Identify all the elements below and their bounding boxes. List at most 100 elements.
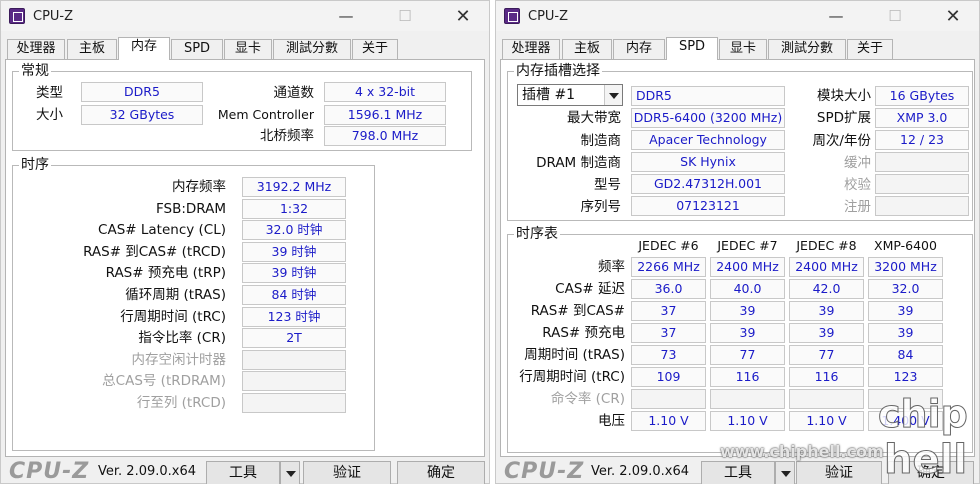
close-icon[interactable]: ✕ (441, 1, 485, 31)
slot-select-value: 插槽 #1 (522, 87, 576, 103)
tab-cpu[interactable]: 处理器 (7, 39, 65, 59)
serial-number-value: 07123121 (631, 196, 785, 216)
timing-value (242, 393, 346, 413)
serial-number-label: 序列号 (580, 199, 622, 215)
correction-value (875, 174, 969, 194)
timing-table-cell (868, 389, 943, 409)
type-label: 类型 (36, 85, 63, 101)
validate-button[interactable]: 验证 (796, 461, 882, 484)
week-year-label: 周次/年份 (812, 133, 871, 149)
timing-table-cell: 2400 MHz (789, 257, 864, 277)
spd-type-value: DDR5 (631, 86, 785, 106)
cpuz-app-icon (9, 8, 25, 24)
module-size-label: 模块大小 (817, 88, 871, 104)
timing-label: 内存频率 (172, 179, 226, 195)
timing-table-cell: 39 (789, 323, 864, 343)
timing-table-cell (789, 389, 864, 409)
cpuz-window-spd: CPU-Z — ☐ ✕ 处理器 主板 内存 SPD 显卡 測試分數 关于 内存插… (495, 0, 980, 484)
ok-button[interactable]: 确定 (397, 461, 485, 484)
slot-select[interactable]: 插槽 #1 (517, 84, 623, 106)
memory-panel: 常规 类型 DDR5 大小 32 GBytes 通道数 4 x 32-bit M… (5, 59, 485, 457)
timing-table-cell (710, 389, 785, 409)
tools-button[interactable]: 工具 (701, 461, 775, 484)
tab-mainboard[interactable]: 主板 (562, 39, 612, 59)
spd-panel: 内存插槽选择 插槽 #1 DDR5 最大带宽 DDR5-6400 (3200 M… (500, 59, 975, 457)
minimize-icon[interactable]: — (814, 1, 858, 31)
timing-value: 123 时钟 (242, 307, 346, 327)
manufacturer-value: Apacer Technology (631, 130, 785, 150)
tab-memory[interactable]: 内存 (613, 39, 665, 59)
spd-ext-value: XMP 3.0 (875, 108, 969, 128)
timing-column-header: JEDEC #8 (796, 238, 857, 253)
registered-value (875, 196, 969, 216)
buffered-label: 缓冲 (844, 155, 871, 171)
timing-label: 内存空闲计时器 (131, 352, 227, 368)
timing-label: FSB:DRAM (155, 201, 226, 217)
tab-mainboard[interactable]: 主板 (67, 39, 117, 59)
timing-table-row-label: RAS# 到CAS# (530, 303, 625, 319)
tab-about[interactable]: 关于 (847, 39, 893, 59)
tab-graphics[interactable]: 显卡 (719, 39, 767, 59)
cpuz-logo: CPU-Z (504, 459, 585, 484)
tab-spd[interactable]: SPD (666, 37, 718, 60)
tab-about[interactable]: 关于 (352, 39, 398, 59)
timing-label: 行周期时间 (tRC) (120, 309, 226, 325)
ok-button[interactable]: 确定 (888, 461, 974, 484)
timing-value: 39 时钟 (242, 263, 346, 283)
general-legend: 常规 (21, 63, 49, 79)
max-bandwidth-label: 最大带宽 (567, 110, 621, 126)
timing-table-cell: 40.0 (710, 279, 785, 299)
tab-bench[interactable]: 測試分數 (273, 39, 351, 59)
tools-button[interactable]: 工具 (206, 461, 280, 484)
timing-table-row-label: 频率 (598, 259, 625, 275)
part-number-label: 型号 (594, 177, 621, 193)
tab-spd[interactable]: SPD (171, 39, 223, 59)
validate-button[interactable]: 验证 (303, 461, 391, 484)
size-label: 大小 (36, 107, 63, 123)
tab-graphics[interactable]: 显卡 (224, 39, 272, 59)
timing-label: RAS# 到CAS# (tRCD) (83, 244, 226, 260)
timing-table-row-label: RAS# 预充电 (542, 325, 625, 341)
tab-cpu[interactable]: 处理器 (502, 39, 560, 59)
timing-column-header: XMP-6400 (874, 238, 937, 253)
title-bar: CPU-Z — ☐ ✕ (496, 1, 979, 31)
cpuz-window-memory: CPU-Z — ☐ ✕ 处理器 主板 内存 SPD 显卡 測試分數 关于 常规 … (0, 0, 490, 484)
registered-label: 注册 (844, 199, 871, 215)
timing-table-cell: 36.0 (631, 279, 706, 299)
timing-table-cell: 84 (868, 345, 943, 365)
timing-value: 84 时钟 (242, 285, 346, 305)
window-title: CPU-Z (528, 8, 569, 24)
timing-table-cell: 42.0 (789, 279, 864, 299)
timing-value: 3192.2 MHz (242, 177, 346, 197)
memctrl-value: 1596.1 MHz (324, 105, 446, 125)
size-value: 32 GBytes (81, 105, 203, 125)
buffered-value (875, 152, 969, 172)
cpuz-app-icon (504, 8, 520, 24)
timing-column-header: JEDEC #7 (717, 238, 778, 253)
version-text: Ver. 2.09.0.x64 (591, 464, 690, 479)
timing-table-cell: 39 (789, 301, 864, 321)
max-bandwidth-value: DDR5-6400 (3200 MHz) (631, 108, 785, 128)
tools-dropdown-icon[interactable] (280, 461, 300, 484)
timing-table-cell: 3200 MHz (868, 257, 943, 277)
timing-table-cell: 2400 MHz (710, 257, 785, 277)
tab-memory[interactable]: 内存 (118, 37, 170, 60)
timing-table-cell: 77 (710, 345, 785, 365)
timing-table-row-label: 命令率 (CR) (550, 391, 625, 407)
timing-table-cell: 32.0 (868, 279, 943, 299)
timing-label: 总CAS号 (tRDRAM) (102, 373, 226, 389)
timing-table-cell: 116 (710, 367, 785, 387)
part-number-value: GD2.47312H.001 (631, 174, 785, 194)
minimize-icon[interactable]: — (324, 1, 368, 31)
timing-table-cell (631, 389, 706, 409)
tools-dropdown-icon[interactable] (775, 461, 795, 484)
timing-column-header: JEDEC #6 (638, 238, 699, 253)
tab-bench[interactable]: 測試分數 (768, 39, 846, 59)
timing-label: RAS# 预充电 (tRP) (105, 265, 226, 281)
module-size-value: 16 GBytes (875, 86, 969, 106)
close-icon[interactable]: ✕ (931, 1, 975, 31)
chevron-down-icon (604, 85, 622, 105)
timing-value: 39 时钟 (242, 242, 346, 262)
timing-label: 行至列 (tRCD) (136, 395, 226, 411)
timing-table-cell: 109 (631, 367, 706, 387)
